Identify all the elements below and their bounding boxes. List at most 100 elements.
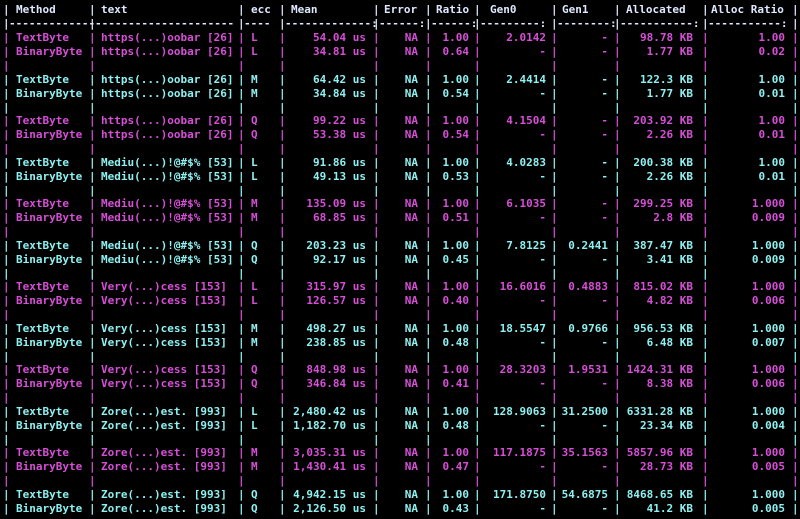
column-separator: | [238, 72, 245, 86]
column-separator: | [238, 31, 245, 44]
column-separator: | [474, 501, 481, 515]
column-separator: | [474, 211, 481, 224]
column-separator: | [373, 142, 380, 155]
column-separator: | [279, 349, 286, 363]
column-separator: | [702, 460, 709, 473]
table-header-separator: | | | | | | | | | | | ------------- ----------------… [0, 17, 800, 31]
cell-mean: 848.98 us [306, 363, 366, 376]
column-separator: | [279, 3, 286, 16]
cell-error: NA [404, 114, 418, 127]
cell-mean: 2,126.50 us [293, 501, 366, 515]
column-separator: | [373, 31, 380, 44]
cell-gen1: - [601, 31, 608, 44]
cell-ecc: L [251, 418, 258, 432]
column-separator: | [89, 363, 96, 376]
column-separator: | [702, 308, 709, 321]
column-separator: | [425, 100, 432, 114]
column-separator: | [238, 86, 245, 100]
cell-ecc: M [251, 72, 258, 86]
column-separator: | [373, 501, 380, 515]
cell-error: NA [404, 252, 418, 266]
column-separator: | [238, 183, 245, 197]
cell-gen1: - [601, 114, 608, 127]
cell-ecc: Q [251, 238, 258, 252]
cell-alloc-ratio: 1.000 [751, 321, 785, 335]
column-separator: | [89, 45, 96, 58]
cell-mean: 135.09 us [306, 197, 366, 210]
column-separator: | [3, 404, 10, 418]
table-row: | | | | | | | | | | | BinaryByte Very(...)cess [153]… [0, 294, 800, 308]
cell-method: TextByte [16, 72, 69, 86]
separator-ecc: ---- [244, 17, 271, 30]
column-separator: | [425, 252, 432, 266]
cell-gen0: 128.9063 [493, 404, 546, 418]
cell-method: BinaryByte [16, 169, 83, 183]
group-spacer-row: | | | | | | | | | | | [0, 474, 800, 488]
column-separator: | [279, 363, 286, 376]
cell-text: Mediu(...)!@#$% [53] [101, 211, 234, 224]
cell-method: TextByte [16, 446, 69, 459]
header-ratio[interactable]: Ratio [436, 3, 469, 17]
column-separator: | [425, 238, 432, 252]
column-separator: | [474, 335, 481, 349]
header-error[interactable]: Error [384, 3, 417, 17]
column-separator: | [3, 197, 10, 210]
cell-error: NA [404, 377, 418, 390]
cell-gen1: 0.4883 [568, 280, 608, 293]
cell-ratio: 1.00 [442, 446, 470, 459]
group-spacer-row: | | | | | | | | | | | [0, 142, 800, 156]
column-separator: | [89, 321, 96, 335]
column-separator: | [89, 432, 96, 446]
column-separator: | [373, 363, 380, 376]
cell-ratio: 0.40 [442, 294, 470, 307]
column-separator: | [792, 72, 799, 86]
cell-allocated: 200.38 KB [633, 155, 693, 169]
column-separator: | [89, 474, 96, 487]
cell-ratio: 1.00 [442, 197, 470, 210]
header-gen1[interactable]: Gen1 [562, 3, 589, 17]
column-separator: | [702, 31, 709, 44]
column-separator: | [238, 474, 245, 487]
cell-allocated: 6331.28 KB [626, 404, 693, 418]
group-spacer-row: | | | | | | | | | | | [0, 391, 800, 405]
cell-allocated: 8.38 KB [646, 377, 693, 390]
column-separator: | [792, 487, 799, 501]
column-separator: | [614, 377, 621, 390]
column-separator: | [279, 404, 286, 418]
column-separator: | [238, 114, 245, 127]
column-separator: | [89, 128, 96, 141]
cell-gen1: - [601, 86, 608, 100]
header-text[interactable]: text [101, 3, 128, 17]
cell-text: Very(...)cess [153] [101, 335, 227, 349]
cell-allocated: 956.53 KB [633, 321, 693, 335]
cell-gen0: 171.8750 [493, 487, 546, 501]
column-separator: | [474, 446, 481, 459]
column-separator: | [373, 59, 380, 72]
group-spacer-row: | | | | | | | | | | | [0, 225, 800, 239]
cell-ecc: M [251, 446, 258, 459]
cell-method: TextByte [16, 155, 69, 169]
column-separator: | [792, 335, 799, 349]
column-separator: | [3, 238, 10, 252]
cell-gen0: - [539, 169, 546, 183]
column-separator: | [792, 59, 799, 72]
table-row: | | | | | | | | | | | TextByte Mediu(...)!@#$% [53] L… [0, 156, 800, 170]
cell-ratio: 1.00 [442, 487, 470, 501]
column-separator: | [551, 460, 558, 473]
header-mean[interactable]: Mean [291, 3, 318, 17]
column-separator: | [279, 377, 286, 390]
header-ecc[interactable]: ecc [251, 3, 271, 17]
header-alloc-ratio[interactable]: Alloc Ratio [711, 3, 784, 17]
header-method[interactable]: Method [16, 3, 56, 17]
column-separator: | [551, 3, 558, 16]
cell-text: https(...)oobar [26] [101, 72, 234, 86]
column-separator: | [702, 142, 709, 155]
column-separator: | [702, 155, 709, 169]
cell-allocated: 2.8 KB [653, 211, 693, 224]
cell-method: BinaryByte [16, 128, 83, 141]
column-separator: | [89, 169, 96, 183]
column-separator: | [425, 321, 432, 335]
header-allocated[interactable]: Allocated [626, 3, 686, 17]
header-gen0[interactable]: Gen0 [490, 3, 517, 17]
cell-ratio: 0.48 [442, 335, 470, 349]
